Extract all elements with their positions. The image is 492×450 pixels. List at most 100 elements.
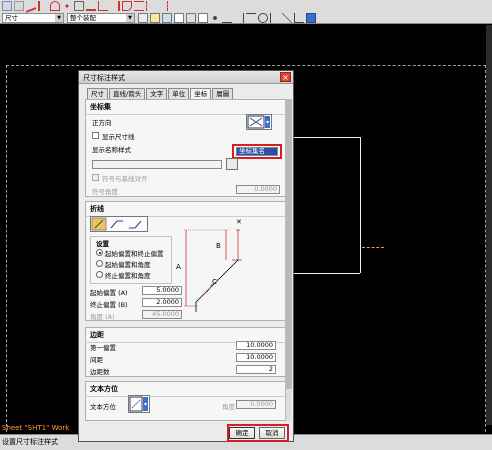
tangent-icon[interactable] [270, 13, 280, 23]
text-orientation-panel: 文本方位 文本方位 角度 0.0000 [85, 381, 289, 421]
sheet-label: Sheet "SHT1" Work [2, 424, 70, 432]
close-icon: ✕ [236, 218, 242, 226]
first-offset-label: 第一偏置 [90, 344, 116, 352]
line-icon[interactable] [26, 0, 36, 13]
align-symbol-label: 符号与基线对齐 [102, 175, 148, 183]
margin-count-value: 2 [268, 365, 273, 373]
filter-icon[interactable] [138, 13, 148, 23]
cube-icon[interactable] [306, 13, 316, 23]
tab-dimension[interactable]: 尺寸 [87, 88, 108, 99]
direction-selector[interactable] [246, 114, 272, 130]
close-button[interactable]: × [280, 72, 291, 82]
intersect-icon[interactable] [282, 13, 292, 23]
toolbar-row-1 [0, 0, 492, 13]
text-orientation-icon [129, 396, 148, 412]
dialog-titlebar[interactable]: 尺寸标注样式 × [79, 71, 293, 84]
start-end-offset-label: 起始偏置和终止偏置 [105, 250, 164, 258]
drawing-line [360, 137, 361, 273]
grid-icon[interactable] [74, 1, 84, 11]
end-offset-label: 终止偏置 (B) [90, 301, 128, 309]
perpendicular-icon[interactable] [294, 13, 304, 23]
drawing-line [290, 273, 360, 274]
assembly-combo[interactable]: 整个装配 ▼ [67, 13, 135, 23]
text-angle-value: 0.0000 [250, 400, 273, 408]
start-offset-angle-label: 起始偏置和角度 [105, 261, 151, 269]
display-name-style-label: 显示名称样式 [92, 146, 131, 154]
dimension-style-dialog: 尺寸标注样式 × 尺寸 直线/箭头 文字 单位 坐标 層圖 坐标集 正方向 显示… [78, 70, 294, 442]
margin-panel: 边距 第一偏置 10.0000 间距 10.0000 边距数 2 [85, 327, 289, 377]
symbol-angle-value: 0.0000 [254, 185, 277, 193]
name-style-value: 坐标集名 [239, 147, 265, 155]
start-offset-label: 起始偏置 (A) [90, 289, 128, 297]
dialog-title: 尺寸标注样式 [83, 74, 125, 82]
layout-icon[interactable] [162, 13, 172, 23]
align-symbol-checkbox[interactable] [92, 174, 99, 181]
break-type-buttons[interactable] [90, 216, 148, 232]
margin-count-field[interactable]: 2 [236, 365, 276, 374]
diagram-label-b: B [216, 242, 221, 250]
mid-point-icon[interactable] [246, 13, 256, 23]
break-line-panel: 折线 设置 起始偏置和终止偏置 起始偏置和角度 终止偏置和角度 起始偏置 (A)… [85, 201, 289, 321]
chevron-down-icon: ▼ [55, 14, 63, 22]
point-icon[interactable] [62, 1, 72, 11]
center-icon[interactable] [258, 13, 268, 23]
spacing-value: 10.0000 [246, 353, 273, 361]
show-dim-line-checkbox[interactable] [92, 132, 99, 139]
break-type-icon [91, 217, 142, 231]
layer-combo-value: 尺寸 [5, 14, 18, 22]
symbol-angle-label: 符号角度 [92, 188, 118, 196]
view-icon[interactable] [186, 13, 196, 23]
select-filter-icon[interactable] [198, 13, 208, 23]
arrow-icon[interactable] [38, 1, 48, 11]
snap-point-icon[interactable] [210, 13, 220, 23]
arc-icon[interactable] [50, 1, 60, 11]
text-orientation-selector[interactable] [128, 395, 150, 413]
name-style-input[interactable] [92, 160, 222, 169]
radio-start-offset-angle[interactable] [96, 260, 103, 267]
angle-icon[interactable] [98, 1, 108, 11]
first-offset-field[interactable]: 10.0000 [236, 341, 276, 350]
offset-icon[interactable] [134, 1, 144, 11]
centerline [362, 247, 384, 248]
name-style-select[interactable]: 坐标集名 [236, 147, 278, 156]
radio-start-end-offset[interactable] [96, 249, 103, 256]
text-angle-label: 角度 [222, 403, 235, 411]
tab-line-arrow[interactable]: 直线/箭头 [109, 88, 146, 99]
status-text: 设置尺寸标注样式 [2, 438, 58, 446]
fillet-icon[interactable] [122, 1, 132, 11]
direction-icon [247, 115, 270, 129]
diagram-label-a: A [176, 263, 181, 271]
select-icon[interactable] [2, 1, 12, 11]
browse-button[interactable] [226, 158, 238, 170]
chamfer-icon[interactable] [110, 1, 120, 11]
tab-strip: 尺寸 直线/箭头 文字 单位 坐标 層圖 [87, 88, 234, 100]
dialog-scrollbar-thumb[interactable] [286, 99, 292, 389]
coordinate-set-title: 坐标集 [86, 100, 288, 115]
text-orientation-title: 文本方位 [86, 382, 288, 397]
mode-icon[interactable] [150, 13, 160, 23]
trim-icon[interactable] [146, 1, 156, 11]
canvas-scrollbar[interactable] [486, 25, 492, 425]
diagram-label-c: C [212, 278, 217, 286]
text-orientation-label: 文本方位 [90, 403, 116, 411]
angle-value: 45.0000 [152, 310, 179, 318]
end-point-icon[interactable] [234, 13, 244, 23]
show-dim-line-label: 显示尺寸线 [102, 133, 135, 141]
symbol-angle-field[interactable]: 0.0000 [236, 185, 280, 194]
toolbar-row-2: 尺寸 ▼ 整个装配 ▼ [0, 12, 492, 24]
extend-icon[interactable] [158, 1, 168, 11]
line-snap-icon[interactable] [222, 13, 232, 23]
text-angle-field[interactable]: 0.0000 [236, 400, 276, 409]
spacing-field[interactable]: 10.0000 [236, 353, 276, 362]
dialog-scrollbar[interactable] [285, 99, 292, 421]
tab-layer[interactable]: 層圖 [212, 88, 234, 99]
first-offset-value: 10.0000 [246, 341, 273, 349]
copy-icon[interactable] [174, 13, 184, 23]
measure-icon[interactable] [86, 1, 96, 11]
layer-combo[interactable]: 尺寸 ▼ [2, 13, 64, 23]
tab-units[interactable]: 单位 [168, 88, 190, 99]
snap-icon[interactable] [14, 1, 24, 11]
radio-end-offset-angle[interactable] [96, 271, 103, 278]
end-offset-angle-label: 终止偏置和角度 [105, 272, 151, 280]
tab-text[interactable]: 文字 [146, 88, 168, 99]
